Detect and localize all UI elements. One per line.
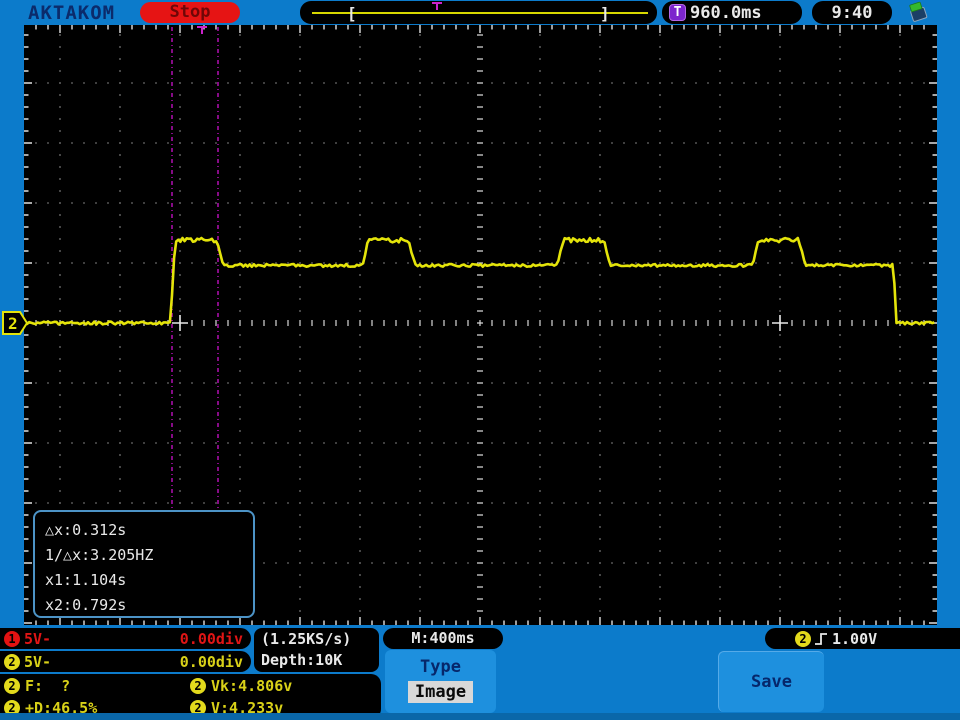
sample-rate: (1.25KS/s) bbox=[261, 630, 352, 648]
trigger-point-marker-icon bbox=[197, 26, 207, 34]
clock-readout: 9:40 bbox=[812, 1, 892, 24]
cursor-x1: x1:1.104s bbox=[45, 571, 127, 589]
cursor-measurement-box: △x:0.312s 1/△x:3.205HZ x1:1.104s x2:0.79… bbox=[33, 510, 255, 618]
trigger-position-marker-icon bbox=[432, 2, 442, 10]
brand-logo: AKTAKOM bbox=[28, 2, 116, 24]
save-button[interactable]: Save bbox=[718, 651, 824, 712]
trigger-status-readout: 2 1.00V bbox=[765, 628, 960, 649]
window-right-bracket-icon: ] bbox=[600, 4, 610, 23]
bottom-bezel-strip bbox=[0, 713, 960, 720]
sampling-info-box: (1.25KS/s) Depth:10K bbox=[254, 628, 379, 672]
rising-edge-icon bbox=[815, 633, 827, 645]
usb-drive-icon bbox=[909, 1, 928, 22]
menu-type-selector[interactable]: Type Image bbox=[385, 650, 496, 713]
menu-type-selected-option[interactable]: Image bbox=[407, 681, 474, 703]
ch1-scale: 5V- bbox=[24, 629, 52, 648]
ch2-badge: 2 bbox=[4, 653, 20, 670]
timebase-readout: M:400ms bbox=[383, 628, 503, 649]
measurement-frequency: 2 F: ? bbox=[4, 677, 190, 695]
trigger-position-bar: [ ] bbox=[300, 1, 657, 24]
svg-text:2: 2 bbox=[8, 314, 18, 333]
window-left-bracket-icon: [ bbox=[347, 4, 357, 23]
measurement-vk: 2 Vk:4.806v bbox=[190, 677, 385, 695]
ch1-status-row: 1 5V- 0.00div bbox=[0, 628, 251, 649]
cursor-x2: x2:0.792s bbox=[45, 596, 127, 614]
cursor-delta-x: △x:0.312s bbox=[45, 521, 127, 539]
cursor-inverse-delta-x: 1/△x:3.205HZ bbox=[45, 546, 154, 564]
ch2-status-row: 2 5V- 0.00div bbox=[0, 651, 251, 672]
ch2-scale: 5V- bbox=[24, 652, 52, 671]
ch1-position: 0.00div bbox=[179, 629, 243, 648]
memory-depth: Depth:10K bbox=[261, 651, 343, 669]
acquisition-stop-button[interactable]: Stop bbox=[140, 2, 240, 23]
menu-type-label: Type bbox=[420, 657, 461, 677]
ch2-ground-marker[interactable]: 2 bbox=[2, 310, 29, 337]
trigger-time-value: 960.0ms bbox=[690, 2, 762, 23]
trigger-t-icon: T bbox=[669, 4, 686, 21]
trigger-source-badge: 2 bbox=[795, 630, 811, 647]
trigger-time-readout: T 960.0ms bbox=[662, 1, 802, 24]
trigger-level-value: 1.00V bbox=[832, 629, 878, 648]
oscilloscope-screen: AKTAKOM Stop [ ] T 960.0ms 9:40 △x:0.312… bbox=[0, 0, 960, 720]
waveform-display: △x:0.312s 1/△x:3.205HZ x1:1.104s x2:0.79… bbox=[24, 25, 937, 625]
ch2-position: 0.00div bbox=[179, 652, 243, 671]
ch1-badge: 1 bbox=[4, 630, 20, 647]
